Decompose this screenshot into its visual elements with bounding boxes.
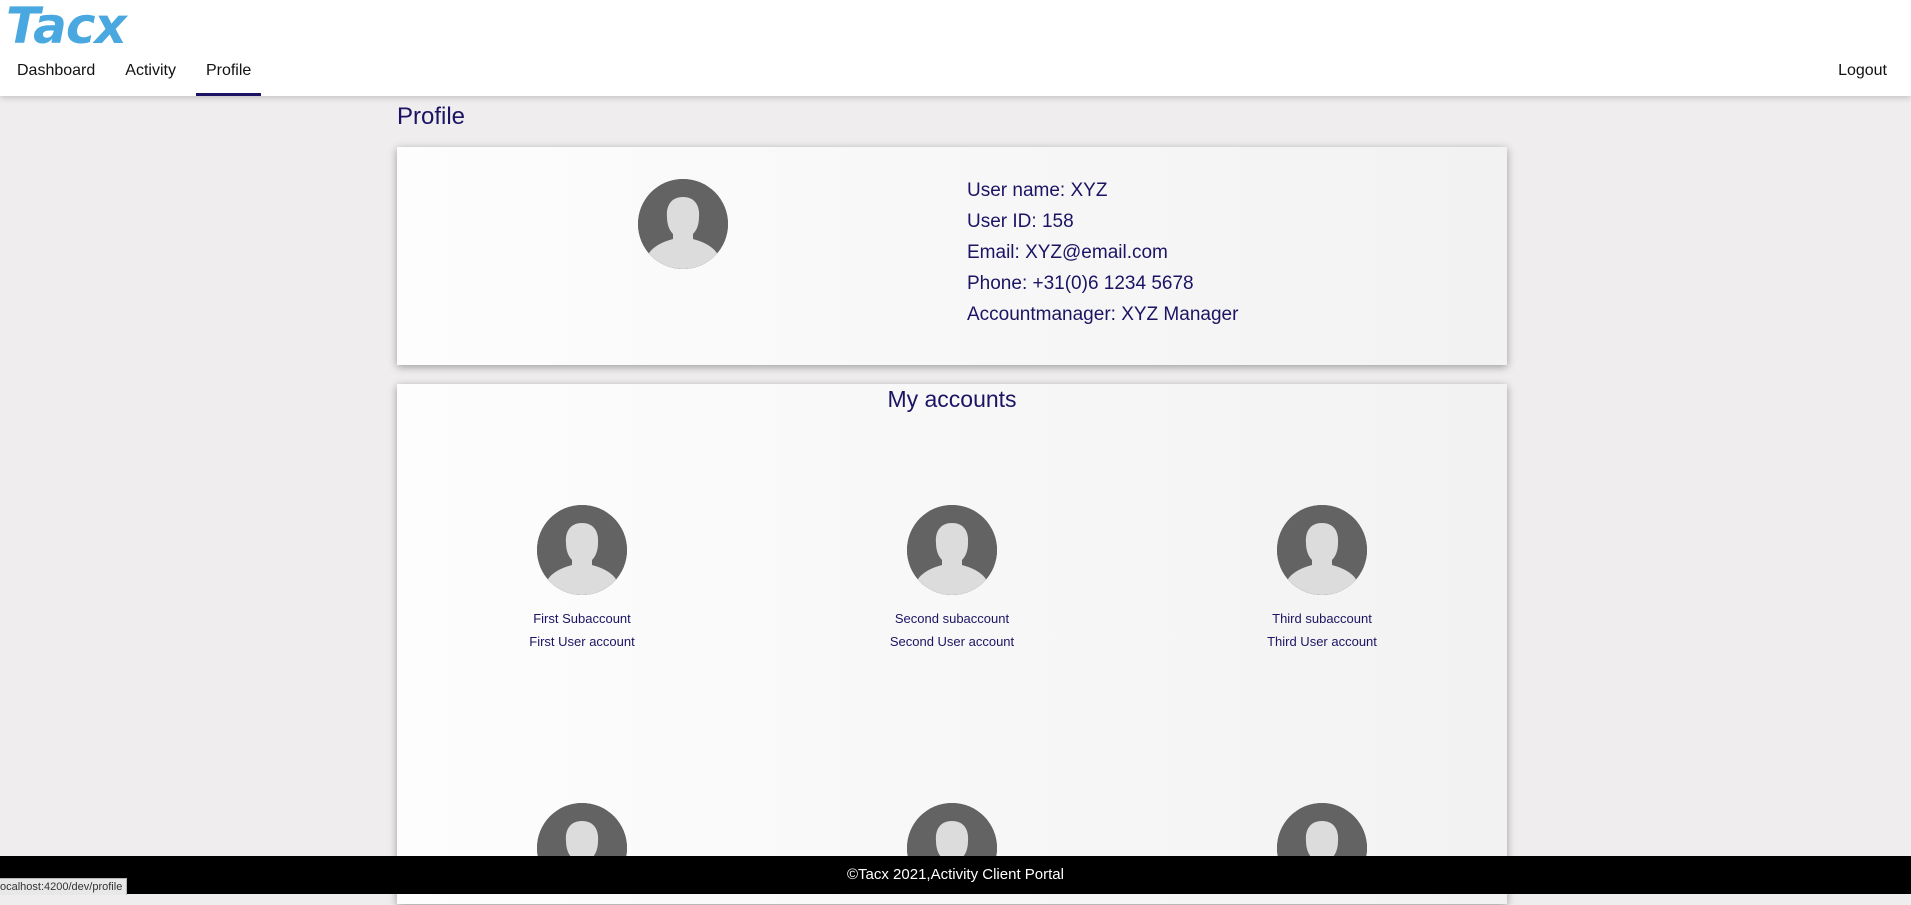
tacx-logo[interactable]: Tacx [6, 0, 127, 52]
user-name: User name: XYZ [967, 180, 1108, 201]
account-desc: Third User account [1267, 634, 1377, 649]
nav-dashboard[interactable]: Dashboard [7, 56, 105, 96]
status-bar-url: ocalhost:4200/dev/profile [0, 878, 128, 895]
account-card[interactable]: First Subaccount First User account [462, 505, 702, 653]
account-name: Third subaccount [1272, 611, 1372, 626]
accounts-card: My accounts First Subaccount First User … [397, 384, 1507, 904]
profile-info: User name: XYZ User ID: 158 Email: XYZ@e… [967, 175, 1238, 330]
account-avatar-icon [537, 505, 627, 595]
nav-activity[interactable]: Activity [115, 56, 186, 96]
profile-card: User name: XYZ User ID: 158 Email: XYZ@e… [397, 147, 1507, 365]
account-name: First Subaccount [533, 611, 631, 626]
account-name: Second subaccount [894, 611, 1010, 626]
main-nav: Dashboard Activity Profile [0, 56, 264, 96]
account-manager: Accountmanager: XYZ Manager [967, 304, 1239, 325]
account-avatar-icon [907, 505, 997, 595]
top-header: Tacx Dashboard Activity Profile Logout [0, 0, 1911, 96]
page-title: Profile [397, 103, 466, 130]
account-avatar-icon [1277, 505, 1367, 595]
account-card[interactable]: Second subaccount Second User account [832, 505, 1072, 653]
accounts-title: My accounts [887, 386, 1017, 412]
account-desc: First User account [529, 634, 635, 649]
account-card[interactable]: Third subaccount Third User account [1202, 505, 1442, 653]
logout-button[interactable]: Logout [1838, 62, 1887, 80]
user-phone: Phone: +31(0)6 1234 5678 [967, 273, 1194, 294]
nav-profile[interactable]: Profile [195, 56, 262, 96]
user-email: Email: XYZ@email.com [967, 242, 1168, 263]
user-id: User ID: 158 [967, 211, 1074, 232]
user-avatar-icon [638, 179, 728, 269]
account-desc: Second User account [889, 634, 1015, 649]
footer: ©Tacx 2021,Activity Client Portal [0, 856, 1911, 894]
